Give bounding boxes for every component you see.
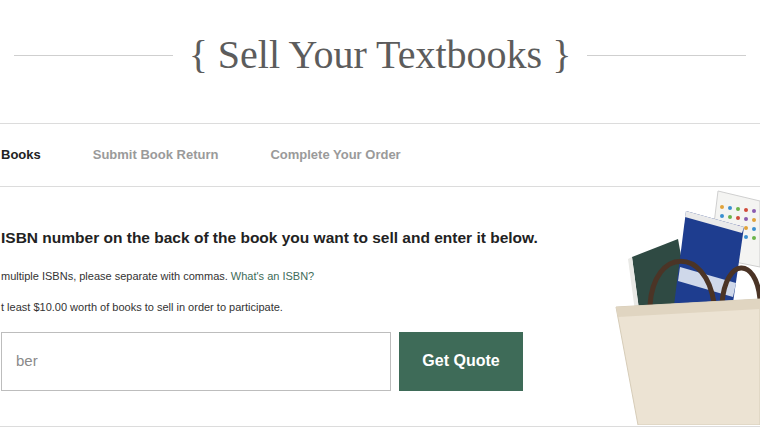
steps-bar: Books Submit Book Return Complete Your Ord… (0, 124, 760, 187)
isbn-input[interactable] (1, 332, 391, 391)
step-tab[interactable]: Submit Book Return (93, 145, 219, 165)
step-tab[interactable]: Complete Your Order (270, 145, 400, 165)
get-quote-button[interactable]: Get Quote (399, 332, 523, 391)
form-note: t least $10.00 worth of books to sell in… (1, 300, 610, 315)
step-tab[interactable]: Books (1, 145, 41, 165)
note-text: multiple ISBNs, please separate with com… (1, 270, 228, 282)
page-title: { Sell Your Textbooks } (189, 26, 572, 84)
isbn-form: Get Quote (1, 332, 610, 391)
books-picture (610, 187, 760, 426)
page-header: { Sell Your Textbooks } (0, 0, 760, 124)
divider-line (587, 55, 746, 56)
instruction-heading: ISBN number on the back of the book you … (1, 228, 610, 248)
form-note: multiple ISBNs, please separate with com… (1, 269, 610, 284)
sell-form-section: ISBN number on the back of the book you … (0, 187, 760, 427)
note-text: t least $10.00 worth of books to sell in… (1, 301, 283, 313)
books-bag-icon (610, 187, 760, 425)
divider-line (14, 55, 173, 56)
isbn-help-link[interactable]: What's an ISBN? (231, 270, 314, 282)
form-column: ISBN number on the back of the book you … (0, 187, 610, 426)
